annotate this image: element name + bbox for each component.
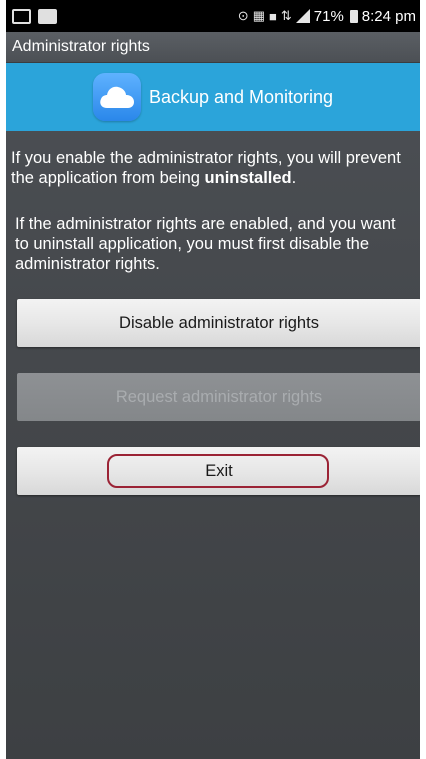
app-banner: Backup and Monitoring — [6, 63, 420, 131]
status-bar: ⊙ ▦ ■ ⇅ 71% 8:24 pm — [6, 0, 420, 32]
gallery-icon — [12, 8, 31, 24]
battery-icon — [349, 9, 358, 23]
signal-icon — [295, 9, 310, 23]
nfc-icon: ■ — [269, 8, 277, 24]
request-admin-label: Request administrator rights — [115, 387, 323, 406]
info-bold-word: uninstalled — [204, 169, 292, 187]
clock: 8:24 pm — [361, 7, 416, 25]
title-bar: Administrator rights — [6, 32, 420, 63]
status-left-icons — [6, 8, 57, 24]
app-name: Backup and Monitoring — [148, 86, 334, 107]
exit-button[interactable]: Exit — [17, 447, 420, 495]
info-paragraph-1: If you enable the administrator rights, … — [11, 148, 412, 188]
lte-icon: ⇅ — [280, 8, 292, 23]
status-right-icons: ⊙ ▦ ■ ⇅ 71% 8:24 pm — [238, 8, 420, 25]
disable-admin-label: Disable administrator rights — [119, 313, 319, 332]
info-paragraph-2: If the administrator rights are enabled,… — [15, 215, 396, 273]
info-text-1-end: . — [291, 169, 297, 187]
volte-icon: ▦ — [252, 8, 265, 23]
request-admin-button: Request administrator rights — [17, 373, 420, 421]
exit-label: Exit — [205, 461, 233, 480]
app-screen: ⊙ ▦ ■ ⇅ 71% 8:24 pm Administrator rights… — [6, 0, 420, 759]
page-title: Administrator rights — [12, 38, 150, 55]
disable-admin-button[interactable]: Disable administrator rights — [17, 299, 420, 347]
alarm-icon: ⊙ — [237, 8, 249, 23]
photo-icon — [38, 8, 57, 24]
cloud-icon — [92, 73, 141, 121]
battery-percent: 71% — [313, 7, 344, 25]
